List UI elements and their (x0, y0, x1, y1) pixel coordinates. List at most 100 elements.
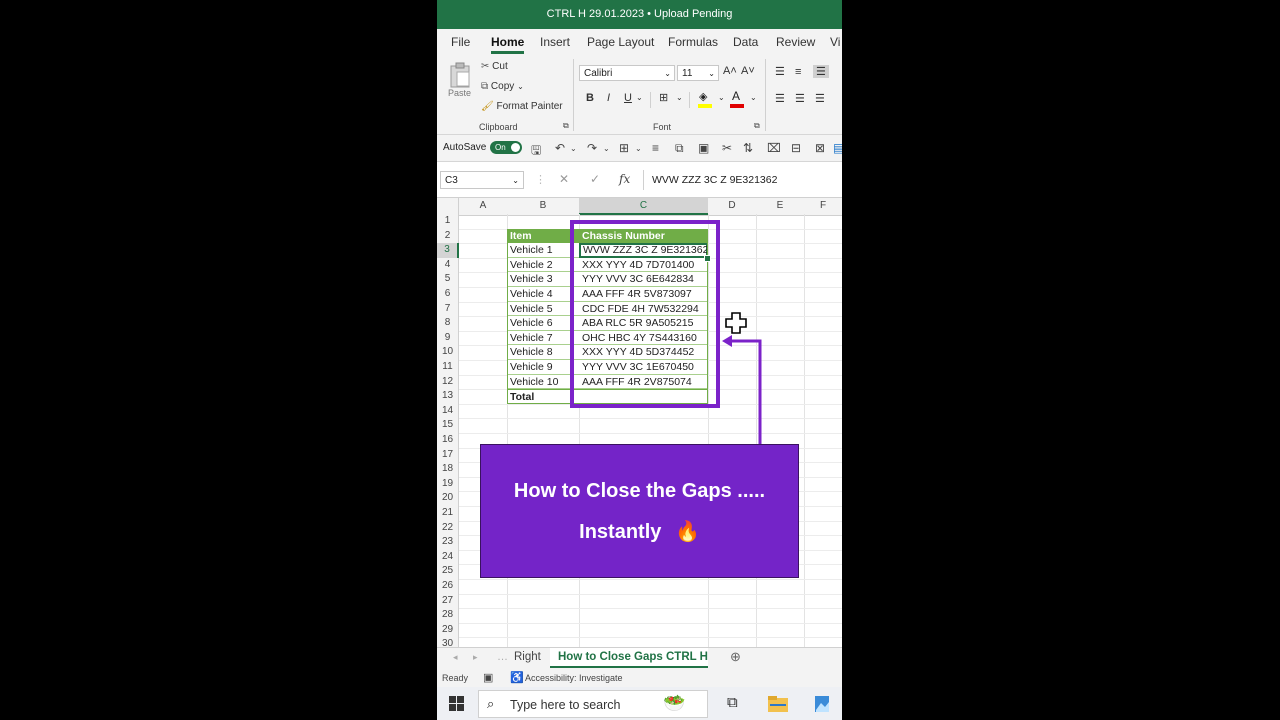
file-explorer-icon[interactable] (767, 695, 789, 713)
table-cell-item[interactable]: Vehicle 4 (507, 287, 579, 302)
sheet-tab-right[interactable]: Right (514, 651, 541, 663)
align-bottom-icon[interactable]: ☰ (813, 65, 829, 78)
accessibility-icon[interactable]: ♿ (510, 671, 524, 684)
tab-view[interactable]: Vi (830, 35, 840, 49)
copy-icon[interactable]: ⧉ (675, 141, 684, 156)
row-header[interactable]: 22 (437, 520, 459, 536)
cancel-icon[interactable]: ✕ (559, 172, 569, 186)
row-header[interactable]: 6 (437, 287, 459, 302)
chevron-down-icon[interactable]: ⌄ (570, 144, 577, 153)
row-header[interactable]: 14 (437, 403, 459, 419)
col-header-e[interactable]: E (756, 200, 804, 211)
paste-button[interactable] (448, 61, 472, 89)
row-header[interactable]: 25 (437, 564, 459, 579)
table-cell-item[interactable]: Vehicle 6 (507, 316, 579, 331)
tab-home[interactable]: Home (491, 35, 525, 54)
formula-input[interactable]: WVW ZZZ 3C Z 9E321362 (652, 174, 777, 186)
row-header[interactable]: 10 (437, 345, 459, 360)
scroll-left-icon[interactable]: ◂ (453, 652, 458, 663)
status-accessibility[interactable]: Accessibility: Investigate (525, 673, 623, 683)
tab-formulas[interactable]: Formulas (668, 35, 718, 49)
col-header-f[interactable]: F (804, 200, 842, 211)
photos-icon[interactable] (814, 694, 832, 714)
row-header[interactable]: 4 (437, 257, 459, 273)
table-cell-item[interactable]: Vehicle 8 (507, 345, 579, 360)
macro-record-icon[interactable]: ▣ (483, 671, 493, 684)
row-header[interactable]: 7 (437, 301, 459, 317)
grow-font-button[interactable]: A˄ (723, 65, 737, 77)
table-cell-item[interactable]: Vehicle 1 (507, 243, 579, 258)
align-center-icon[interactable]: ≡ (652, 141, 659, 155)
scroll-right-icon[interactable]: ▸ (473, 652, 478, 663)
tab-review[interactable]: Review (776, 35, 815, 49)
row-header[interactable]: 29 (437, 622, 459, 638)
task-view-icon[interactable]: ⧉ (727, 694, 738, 711)
paste-values-icon[interactable]: ▣ (698, 141, 709, 155)
align-right-icon[interactable]: ☰ (815, 92, 825, 105)
dialog-launcher-icon[interactable]: ⧉ (563, 121, 569, 131)
data-validation-icon[interactable]: ⊠ (815, 141, 825, 155)
chevron-down-icon[interactable]: ⌄ (636, 93, 643, 102)
fill-color-button[interactable]: ◈ (697, 90, 717, 108)
row-header[interactable]: 2 (437, 228, 459, 244)
row-header[interactable]: 18 (437, 462, 459, 477)
row-header[interactable]: 8 (437, 316, 459, 331)
select-all-corner[interactable] (437, 198, 459, 215)
underline-button[interactable]: U (624, 92, 632, 104)
table-cell-item[interactable]: Vehicle 10 (507, 374, 579, 390)
redo-icon[interactable]: ↷ (587, 141, 597, 155)
row-header[interactable]: 13 (437, 389, 459, 404)
borders-icon[interactable]: ⊞ (659, 91, 668, 104)
insert-function-button[interactable]: fx (619, 172, 630, 186)
col-header-a[interactable]: A (459, 200, 507, 211)
shrink-font-button[interactable]: A˅ (741, 65, 755, 77)
font-color-button[interactable]: A (729, 89, 749, 108)
table-cell-item[interactable]: Vehicle 7 (507, 330, 579, 346)
chevron-down-icon[interactable]: ⌄ (603, 144, 610, 153)
taskbar-search[interactable]: ⌕ Type here to search 🥗 (478, 690, 708, 718)
cut-icon[interactable]: ✂ (722, 141, 732, 155)
add-sheet-icon[interactable]: ⊕ (730, 649, 741, 665)
undo-icon[interactable]: ↶ (555, 141, 565, 155)
row-header[interactable]: 26 (437, 579, 459, 594)
row-header[interactable]: 17 (437, 447, 459, 463)
dialog-launcher-icon[interactable]: ⧉ (754, 121, 760, 131)
row-header[interactable]: 24 (437, 549, 459, 565)
window-title[interactable]: CTRL H 29.01.2023 • Upload Pending (437, 8, 842, 20)
chevron-down-icon[interactable]: ⌄ (676, 93, 683, 102)
align-center-icon[interactable]: ☰ (795, 92, 805, 105)
table-cell-item[interactable]: Vehicle 2 (507, 257, 579, 273)
align-middle-icon[interactable]: ≡ (795, 66, 801, 78)
row-header[interactable]: 23 (437, 535, 459, 550)
align-top-icon[interactable]: ☰ (775, 65, 785, 78)
font-name-select[interactable]: Calibri ⌄ (579, 65, 675, 81)
chevron-down-icon[interactable]: ⌄ (750, 93, 757, 102)
tab-page-layout[interactable]: Page Layout (587, 35, 654, 49)
row-header[interactable]: 9 (437, 330, 459, 346)
more-sheets-icon[interactable]: … (497, 651, 508, 663)
tab-data[interactable]: Data (733, 35, 758, 49)
table-cell-item[interactable]: Vehicle 9 (507, 360, 579, 375)
row-header[interactable]: 3 (437, 243, 459, 258)
cut-button[interactable]: ✂ Cut (481, 61, 508, 72)
table-cell-item[interactable]: Vehicle 3 (507, 272, 579, 287)
tab-file[interactable]: File (451, 35, 470, 49)
row-header[interactable]: 27 (437, 593, 459, 609)
row-header[interactable]: 12 (437, 374, 459, 390)
autosave-toggle[interactable]: On (490, 141, 522, 154)
row-header[interactable]: 5 (437, 272, 459, 287)
remove-duplicates-icon[interactable]: ⌧ (767, 141, 781, 155)
windows-start-icon[interactable] (449, 696, 464, 711)
chevron-down-icon[interactable]: ⌄ (635, 144, 642, 153)
name-box[interactable]: C3 ⌄ (440, 171, 524, 189)
row-header[interactable]: 19 (437, 476, 459, 492)
more-options-icon[interactable]: ⋮ (535, 173, 546, 186)
italic-button[interactable]: I (607, 92, 610, 104)
tab-insert[interactable]: Insert (540, 35, 570, 49)
row-header[interactable]: 11 (437, 360, 459, 375)
font-size-select[interactable]: 11 ⌄ (677, 65, 719, 81)
chevron-down-icon[interactable]: ⌄ (718, 93, 725, 102)
row-header[interactable]: 15 (437, 418, 459, 433)
row-header[interactable]: 16 (437, 433, 459, 448)
row-header[interactable]: 20 (437, 491, 459, 506)
